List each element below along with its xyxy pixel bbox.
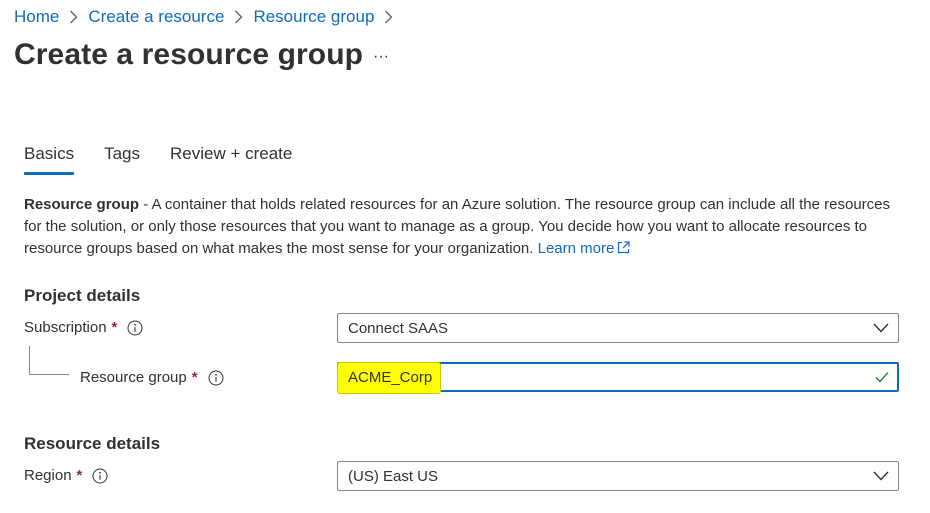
tree-connector	[29, 346, 69, 375]
chevron-right-icon	[384, 10, 393, 24]
resource-details-heading: Resource details	[24, 434, 161, 453]
tab-basics[interactable]: Basics	[24, 144, 75, 175]
region-dropdown[interactable]: (US) East US	[337, 461, 899, 491]
resource-group-label-text: Resource group	[80, 369, 187, 386]
info-icon[interactable]	[92, 468, 108, 484]
tab-review-create[interactable]: Review + create	[170, 144, 292, 172]
info-icon[interactable]	[127, 320, 143, 336]
subscription-label: Subscription *	[24, 319, 143, 336]
breadcrumb-resource-group[interactable]: Resource group	[253, 7, 374, 27]
external-link-icon	[618, 241, 630, 254]
tab-bar: Basics Tags Review + create	[24, 144, 322, 175]
required-marker: *	[111, 319, 118, 336]
breadcrumb-home[interactable]: Home	[14, 7, 59, 27]
page-title: Create a resource group	[14, 38, 364, 71]
chevron-down-icon	[873, 471, 889, 481]
breadcrumb: Home Create a resource Resource group	[14, 6, 403, 28]
learn-more-label: Learn more	[537, 240, 615, 257]
breadcrumb-create-a-resource[interactable]: Create a resource	[88, 7, 224, 27]
required-marker: *	[76, 467, 83, 484]
description-text: - A container that holds related resourc…	[24, 196, 891, 257]
resource-group-field	[337, 362, 899, 394]
learn-more-link[interactable]: Learn more	[538, 240, 631, 257]
subscription-dropdown[interactable]: Connect SAAS	[337, 313, 899, 343]
info-icon[interactable]	[208, 370, 224, 386]
resource-group-label: Resource group *	[80, 369, 224, 386]
description-term: Resource group	[24, 196, 140, 213]
chevron-down-icon	[873, 323, 889, 333]
chevron-right-icon	[69, 10, 78, 24]
project-details-heading: Project details	[24, 286, 141, 305]
resource-group-input[interactable]	[339, 364, 897, 390]
subscription-selected-value: Connect SAAS	[348, 319, 449, 337]
checkmark-icon	[875, 372, 889, 383]
region-selected-value: (US) East US	[348, 467, 439, 485]
region-label: Region *	[24, 467, 108, 484]
tab-tags[interactable]: Tags	[104, 144, 140, 172]
required-marker: *	[191, 369, 198, 386]
subscription-label-text: Subscription	[24, 319, 107, 336]
more-options-button[interactable]: ···	[370, 46, 392, 66]
chevron-right-icon	[234, 10, 243, 24]
region-label-text: Region	[24, 467, 72, 484]
resource-group-description: Resource group - A container that holds …	[24, 194, 904, 260]
ellipsis-icon: ···	[373, 48, 389, 65]
